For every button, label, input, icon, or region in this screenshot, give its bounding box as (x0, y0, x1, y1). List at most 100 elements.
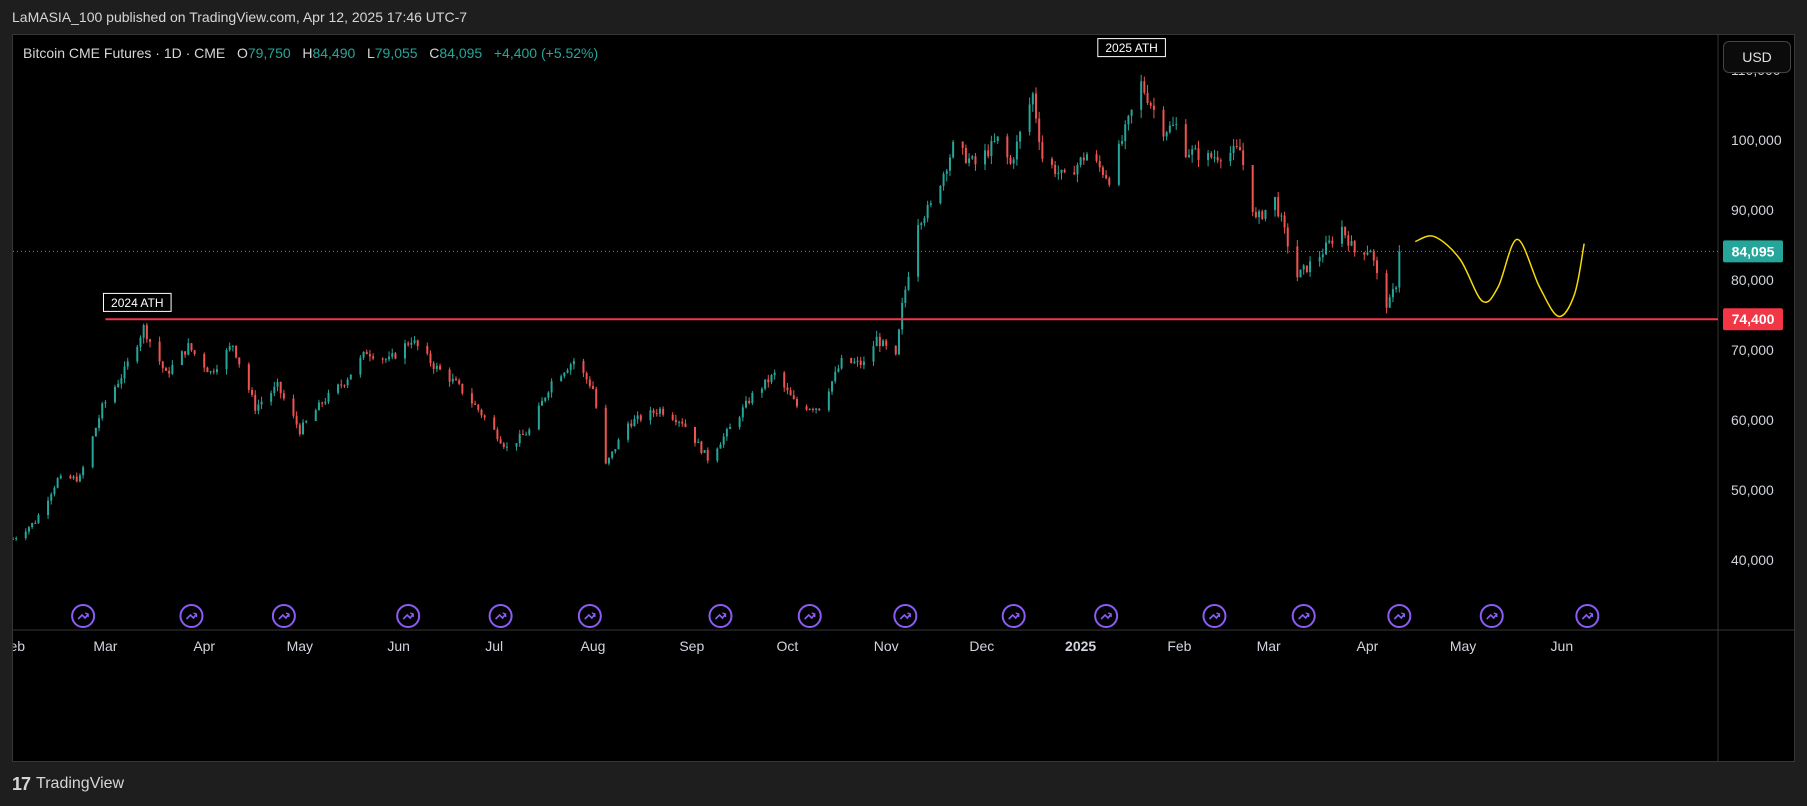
candle-body (416, 340, 419, 347)
currency-button[interactable]: USD (1723, 41, 1791, 73)
candle-body (1054, 164, 1057, 174)
candle-body (502, 443, 505, 447)
candle-body (649, 410, 652, 421)
candle-body (145, 325, 148, 340)
candle-body (180, 351, 183, 365)
event-marker-icon[interactable] (488, 604, 513, 628)
candle-body (158, 341, 161, 362)
candle-body (703, 450, 706, 453)
candle-body (872, 346, 875, 362)
candle-body (190, 343, 193, 351)
candle-body (1073, 172, 1076, 175)
event-marker-icon[interactable] (1094, 604, 1119, 628)
candle-body (974, 156, 977, 165)
candle-body (658, 408, 661, 414)
time-tick-label: Sep (679, 638, 704, 654)
event-marker-icon[interactable] (1387, 604, 1412, 628)
candle-body (24, 531, 27, 539)
candle-body (700, 441, 703, 453)
candle-body (1242, 150, 1245, 166)
event-marker-icon[interactable] (708, 604, 733, 628)
candle-body (694, 426, 696, 443)
time-tick-label: Mar (1257, 638, 1281, 654)
event-marker-icon[interactable] (71, 604, 96, 628)
candle-body (853, 361, 856, 363)
candle-body (104, 402, 107, 404)
candle-body (923, 218, 926, 224)
candle-body (1038, 118, 1041, 143)
candle-body (604, 407, 607, 464)
time-tick-label: Feb (13, 638, 25, 654)
open-key: O (236, 45, 248, 61)
candle-body (901, 302, 904, 330)
event-marker-icon[interactable] (1575, 604, 1600, 628)
chart-panel[interactable]: 2024 ATH 2025 ATH 40,000 50,000 60,000 70,00… (12, 34, 1795, 762)
candle-body (1130, 109, 1133, 116)
brand-name[interactable]: TradingView (36, 762, 124, 806)
candle-body (1340, 226, 1343, 244)
candle-body (627, 423, 630, 440)
high-key: H (302, 45, 313, 61)
candle-body (1302, 265, 1305, 270)
event-marker-icon[interactable] (396, 604, 421, 628)
candle-body (215, 369, 218, 373)
candle-body (741, 407, 744, 418)
candle-body (1085, 154, 1088, 161)
candle-body (1009, 157, 1012, 164)
event-marker-icon[interactable] (179, 604, 204, 628)
candle-body (292, 398, 295, 416)
candle-body (1095, 154, 1098, 161)
tradingview-logo-icon[interactable]: 17 (12, 762, 31, 806)
price-tick-label: 60,000 (1731, 412, 1774, 428)
candle-body (37, 515, 40, 524)
close-value: 84,095 (439, 45, 483, 61)
event-marker-icon[interactable] (893, 604, 918, 628)
candle-body (1213, 157, 1216, 159)
event-marker-icon[interactable] (271, 604, 296, 628)
candle-body (1187, 154, 1190, 158)
event-marker-icon[interactable] (1001, 604, 1026, 628)
candle-body (856, 360, 859, 362)
event-marker-icon[interactable] (1479, 604, 1504, 628)
candle-body (235, 345, 238, 358)
projection-path (1414, 235, 1585, 318)
candle-body (515, 443, 518, 447)
candle-body (831, 381, 834, 392)
price-tick-label: 50,000 (1731, 482, 1774, 498)
candle-body (1388, 297, 1391, 308)
candle-body (31, 523, 34, 528)
candle-body (337, 384, 340, 393)
candle-body (47, 500, 50, 516)
candle-body (327, 392, 330, 402)
candle-body (773, 372, 776, 376)
candle-body (897, 329, 900, 355)
candle-body (894, 345, 897, 355)
candle-body (321, 402, 324, 404)
candle-body (1149, 102, 1152, 106)
candle-body (206, 367, 209, 373)
candle-body (805, 406, 808, 410)
candle-body (611, 451, 614, 458)
event-marker-icon[interactable] (797, 604, 822, 628)
candle-body (298, 424, 301, 435)
candle-body (518, 434, 521, 444)
event-marker-icon[interactable] (1291, 604, 1316, 628)
candle-body (662, 408, 665, 415)
candlestick-chart[interactable]: 2024 ATH 2025 ATH 40,000 50,000 60,000 70,00… (13, 35, 1795, 762)
candle-body (1219, 160, 1222, 162)
candle-body (247, 364, 250, 390)
candle-body (101, 403, 104, 419)
candle-body (458, 380, 461, 384)
price-tick-label: 80,000 (1731, 272, 1774, 288)
candle-body (725, 429, 728, 437)
event-marker-icon[interactable] (1202, 604, 1227, 628)
candle-body (1274, 196, 1277, 210)
candle-body (94, 428, 97, 437)
candle-body (254, 394, 257, 411)
event-marker-icon[interactable] (577, 604, 602, 628)
candle-body (547, 392, 550, 398)
candle-body (875, 336, 878, 347)
candle-body (228, 346, 231, 351)
candle-body (1398, 251, 1401, 288)
candle-body (1140, 81, 1143, 110)
